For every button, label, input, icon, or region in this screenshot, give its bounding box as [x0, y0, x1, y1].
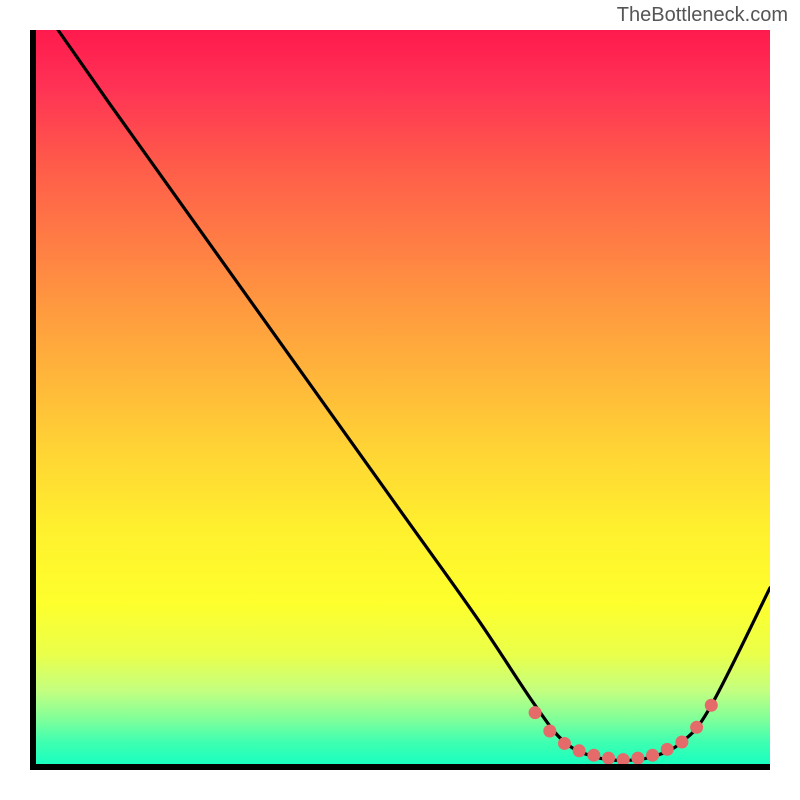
- watermark-text: TheBottleneck.com: [617, 4, 788, 27]
- chart-svg: [36, 30, 770, 764]
- plot-area: [30, 30, 770, 770]
- bottleneck-curve-path: [58, 30, 770, 760]
- optimal-marker: [587, 749, 600, 762]
- optimal-marker: [690, 721, 703, 734]
- optimal-marker: [558, 737, 571, 750]
- optimal-marker: [573, 744, 586, 757]
- marker-layer: [529, 699, 718, 764]
- curve-layer: [58, 30, 770, 760]
- chart-container: TheBottleneck.com: [0, 0, 800, 800]
- optimal-marker: [529, 706, 542, 719]
- optimal-marker: [543, 724, 556, 737]
- optimal-marker: [617, 753, 630, 764]
- optimal-marker: [602, 752, 615, 764]
- optimal-marker: [661, 743, 674, 756]
- optimal-marker: [705, 699, 718, 712]
- optimal-marker: [631, 752, 644, 764]
- optimal-marker: [646, 749, 659, 762]
- optimal-marker: [675, 735, 688, 748]
